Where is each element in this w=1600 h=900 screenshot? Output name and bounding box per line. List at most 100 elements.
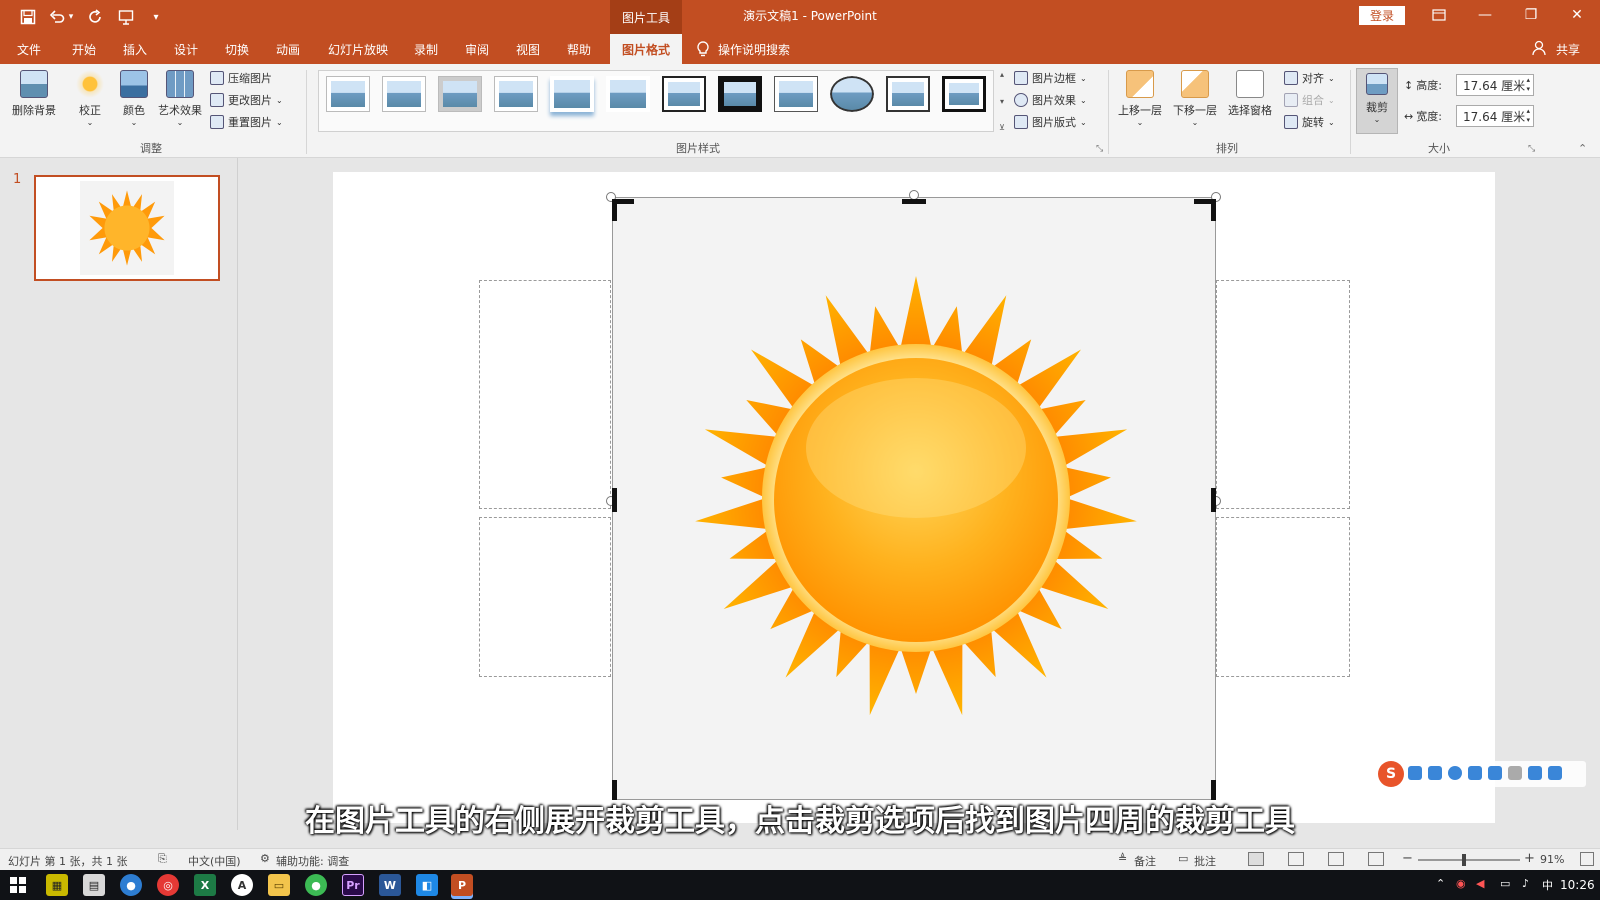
spinner-icon[interactable]: ▴ ▾ xyxy=(1526,107,1530,125)
undo-dropdown-icon[interactable]: ▾ xyxy=(66,6,76,28)
picture-style-7[interactable] xyxy=(662,76,706,112)
reset-picture-button[interactable]: 重置图片 ⌄ xyxy=(210,112,283,132)
reading-view-icon[interactable] xyxy=(1328,852,1344,866)
start-from-beginning-icon[interactable] xyxy=(115,6,137,28)
tab-view[interactable]: 视图 xyxy=(508,34,548,64)
zoom-slider[interactable] xyxy=(1418,859,1520,861)
artistic-effects-button[interactable]: 艺术效果 ⌄ xyxy=(154,70,206,127)
powerpoint-icon[interactable]: P xyxy=(451,874,473,896)
zoom-level[interactable]: 91% xyxy=(1540,853,1564,866)
ime-skin-icon[interactable] xyxy=(1528,766,1542,780)
picture-layout-button[interactable]: 图片版式 ⌄ xyxy=(1014,112,1087,132)
ime-user-icon[interactable] xyxy=(1508,766,1522,780)
tab-animations[interactable]: 动画 xyxy=(268,34,308,64)
crop-handle-top-left[interactable] xyxy=(612,199,617,221)
placeholder-left-bottom[interactable] xyxy=(479,517,611,677)
tab-transitions[interactable]: 切换 xyxy=(217,34,257,64)
ribbon-display-options-icon[interactable] xyxy=(1416,0,1462,30)
gallery-more-icon[interactable]: ⊻ xyxy=(999,123,1005,132)
undo-icon[interactable] xyxy=(46,6,68,28)
remove-background-button[interactable]: 删除背景 xyxy=(6,70,62,118)
premiere-icon[interactable]: Pr xyxy=(342,874,364,896)
dialog-launcher-icon[interactable]: ⤡ xyxy=(1096,144,1103,154)
file-explorer-icon[interactable]: ▭ xyxy=(268,874,290,896)
ime-indicator-icon[interactable]: 中 xyxy=(1542,877,1553,893)
picture-style-12[interactable] xyxy=(942,76,986,112)
rotate-button[interactable]: 旋转 ⌄ xyxy=(1284,112,1335,132)
tab-design[interactable]: 设计 xyxy=(166,34,206,64)
crop-handle-left[interactable] xyxy=(612,488,617,512)
taskbar-app-icon[interactable]: ▤ xyxy=(83,874,105,896)
corrections-button[interactable]: 校正 ⌄ xyxy=(70,70,110,127)
zoom-slider-thumb[interactable] xyxy=(1462,854,1466,866)
slide-sorter-icon[interactable] xyxy=(1288,852,1304,866)
tab-help[interactable]: 帮助 xyxy=(559,34,599,64)
login-button[interactable]: 登录 xyxy=(1359,6,1405,25)
width-input[interactable]: 17.64 厘米 ▴ ▾ xyxy=(1456,105,1534,127)
crop-handle-top-right[interactable] xyxy=(1211,199,1216,221)
picture-style-4[interactable] xyxy=(494,76,538,112)
fit-to-window-icon[interactable] xyxy=(1580,852,1594,866)
group-objects-button[interactable]: 组合 ⌄ xyxy=(1284,90,1335,110)
close-icon[interactable]: ✕ xyxy=(1554,0,1600,30)
share-button[interactable]: 共享 xyxy=(1550,34,1586,64)
ime-toolbar[interactable]: S xyxy=(1376,761,1586,787)
crop-handle-right[interactable] xyxy=(1211,488,1216,512)
network-icon[interactable]: ▭ xyxy=(1500,877,1510,890)
tell-me-search[interactable]: 操作说明搜索 xyxy=(718,34,808,64)
tray-app-icon[interactable]: ◀ xyxy=(1476,877,1484,890)
accessibility-status[interactable]: 辅助功能: 调查 xyxy=(276,853,349,869)
color-button[interactable]: 颜色 ⌄ xyxy=(114,70,154,127)
windows-start-icon[interactable] xyxy=(10,877,26,893)
scroll-down-icon[interactable]: ▾ xyxy=(1000,97,1004,106)
tab-review[interactable]: 审阅 xyxy=(457,34,497,64)
tab-record[interactable]: 录制 xyxy=(406,34,446,64)
minimize-icon[interactable]: — xyxy=(1462,0,1508,30)
tab-picture-format[interactable]: 图片格式 xyxy=(610,34,682,64)
picture-style-11[interactable] xyxy=(886,76,930,112)
clock[interactable]: 10:26 xyxy=(1560,878,1595,892)
zoom-out-icon[interactable]: − xyxy=(1402,851,1413,866)
sogou-logo-icon[interactable]: S xyxy=(1378,761,1404,787)
dialog-launcher-icon[interactable]: ⤡ xyxy=(1528,144,1535,154)
send-backward-button[interactable]: 下移一层 ⌄ xyxy=(1168,70,1222,127)
slide-thumbnail-1[interactable] xyxy=(34,175,220,281)
comments-button[interactable]: 批注 xyxy=(1194,853,1216,869)
ime-punctuation-icon[interactable] xyxy=(1428,766,1442,780)
crop-handle-top[interactable] xyxy=(902,199,926,204)
align-button[interactable]: 对齐 ⌄ xyxy=(1284,68,1335,88)
picture-style-3[interactable] xyxy=(438,76,482,112)
placeholder-left-top[interactable] xyxy=(479,280,611,509)
picture-style-8[interactable] xyxy=(718,76,762,112)
word-icon[interactable]: W xyxy=(379,874,401,896)
bring-forward-button[interactable]: 上移一层 ⌄ xyxy=(1114,70,1166,127)
tab-file[interactable]: 文件 xyxy=(8,34,50,64)
taskbar-app-icon[interactable]: ▦ xyxy=(46,874,68,896)
tab-slideshow[interactable]: 幻灯片放映 xyxy=(320,34,396,64)
ime-toolbox-icon[interactable] xyxy=(1548,766,1562,780)
spinner-icon[interactable]: ▴ ▾ xyxy=(1526,76,1530,94)
customize-quick-access-icon[interactable]: ▾ xyxy=(145,6,167,28)
ime-keyboard-icon[interactable] xyxy=(1488,766,1502,780)
scroll-up-icon[interactable]: ▴ xyxy=(1000,70,1004,79)
redo-icon[interactable] xyxy=(85,6,107,28)
selection-pane-button[interactable]: 选择窗格 xyxy=(1224,70,1276,118)
chrome-icon[interactable]: ● xyxy=(305,874,327,896)
tray-expand-icon[interactable]: ⌃ xyxy=(1436,877,1445,890)
picture-style-10[interactable] xyxy=(830,76,874,112)
height-input[interactable]: 17.64 厘米 ▴ ▾ xyxy=(1456,74,1534,96)
tab-home[interactable]: 开始 xyxy=(64,34,104,64)
crop-button[interactable]: 裁剪 ⌄ xyxy=(1356,68,1398,134)
change-picture-button[interactable]: 更改图片 ⌄ xyxy=(210,90,283,110)
picture-style-9[interactable] xyxy=(774,76,818,112)
tab-insert[interactable]: 插入 xyxy=(115,34,155,64)
picture-effects-button[interactable]: 图片效果 ⌄ xyxy=(1014,90,1087,110)
excel-icon[interactable]: X xyxy=(194,874,216,896)
gallery-scroll[interactable]: ▴ ▾ ⊻ xyxy=(996,70,1008,132)
save-icon[interactable] xyxy=(17,6,39,28)
picture-style-2[interactable] xyxy=(382,76,426,112)
chrome-icon[interactable]: ● xyxy=(120,874,142,896)
notes-button[interactable]: 备注 xyxy=(1134,853,1156,869)
volume-icon[interactable]: ♪ xyxy=(1522,877,1529,890)
slideshow-view-icon[interactable] xyxy=(1368,852,1384,866)
